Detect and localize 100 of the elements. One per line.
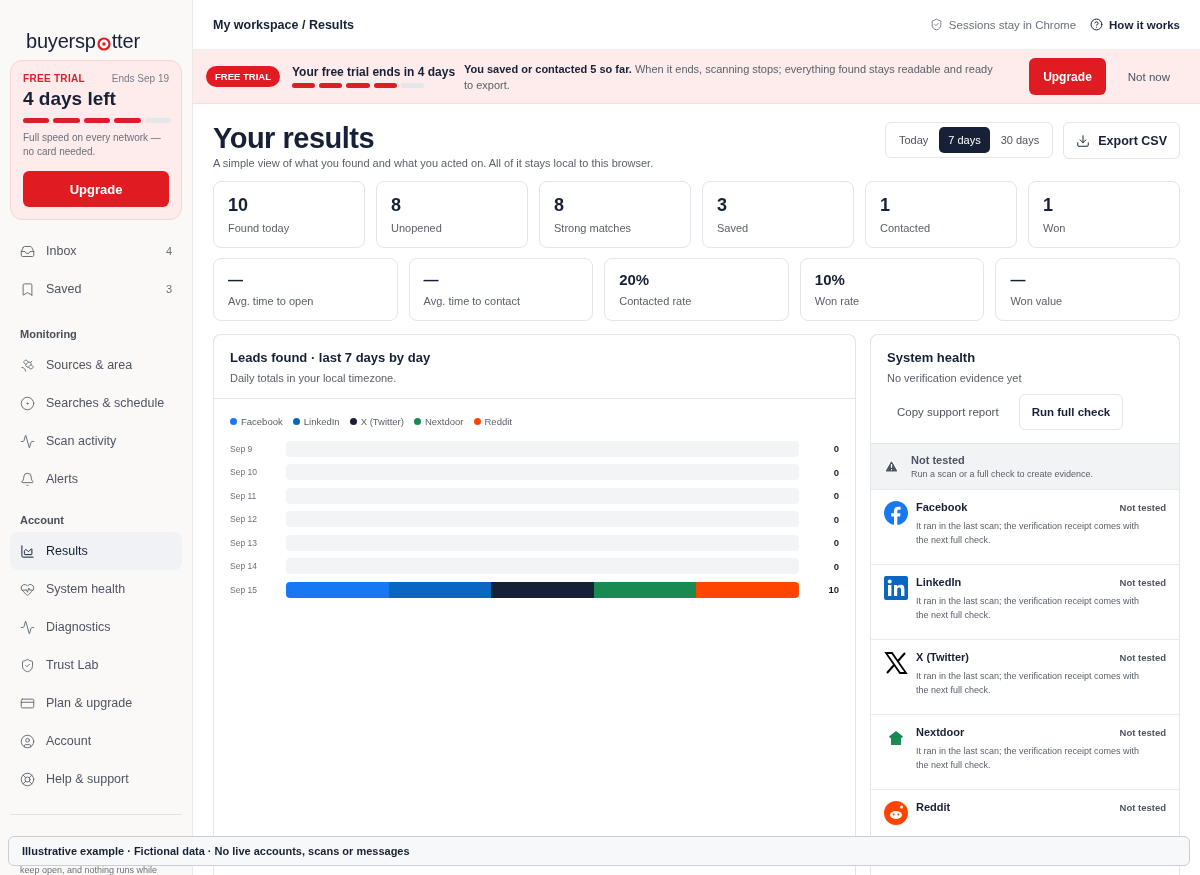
download-icon: [1076, 133, 1091, 148]
legend-item: Nextdoor: [413, 416, 464, 427]
stat-label: Saved: [717, 222, 750, 234]
network-name: Nextdoor: [916, 726, 965, 738]
page-title: Your results: [213, 122, 376, 155]
pulse-icon: [20, 619, 35, 635]
day-total: 10: [827, 584, 839, 596]
day-total: 0: [832, 537, 839, 549]
not-now-button[interactable]: Not now: [1117, 70, 1180, 83]
legend-item: Facebook: [230, 416, 283, 427]
trial-end-date: Ends Sep 19: [111, 73, 169, 84]
legend-item: X (Twitter): [349, 416, 404, 427]
network-note: It ran in the last scan; the verification receipt comes with the next full check.: [916, 520, 1141, 547]
network-name: X (Twitter): [916, 651, 969, 663]
satellite-icon: [20, 357, 35, 373]
notice-title: Not tested: [911, 454, 966, 466]
stat-value: 1: [1043, 195, 1054, 216]
range-tab[interactable]: 30 days: [991, 127, 1049, 153]
nav-item[interactable]: Scan activity: [10, 422, 182, 460]
day-total: 0: [832, 560, 839, 572]
trial-badge: FREE TRIAL: [206, 66, 280, 87]
network-status: Not tested: [1119, 576, 1166, 588]
warning-icon: [884, 459, 899, 474]
upgrade-button[interactable]: Upgrade: [23, 171, 169, 207]
lifebuoy-icon: [20, 771, 35, 787]
stat-label: Won: [1043, 222, 1067, 234]
stat-value: —: [228, 271, 244, 288]
nav-item[interactable]: System health: [10, 570, 182, 608]
run-check-button[interactable]: Run full check: [1018, 394, 1124, 430]
copy-report-button[interactable]: Copy support report: [887, 406, 1009, 418]
day-label: Sep 9: [230, 443, 254, 454]
nav-item[interactable]: Results: [10, 532, 182, 570]
x-icon: [884, 651, 908, 675]
stat-label: Contacted rate: [619, 295, 693, 307]
network-status: Not tested: [1119, 801, 1166, 813]
nav-item[interactable]: Alerts: [10, 460, 182, 498]
nav-item[interactable]: Account: [10, 722, 182, 760]
help-icon: [1090, 18, 1104, 31]
panel-subtitle: Daily totals in your local timezone.: [230, 372, 398, 384]
day-total: 0: [832, 443, 839, 455]
stat-value: 1: [880, 195, 891, 216]
network-name: Facebook: [916, 501, 968, 513]
nav-item[interactable]: Inbox 4: [10, 232, 182, 270]
stat-label: Contacted: [880, 222, 932, 234]
stat-value: 8: [554, 195, 565, 216]
stat-label: Unopened: [391, 222, 443, 234]
upgrade-button[interactable]: Upgrade: [1029, 58, 1106, 95]
panel-title: System health: [887, 350, 977, 365]
nav-item[interactable]: Sources & area: [10, 346, 182, 384]
network-note: It ran in the last scan; the verification receipt comes with the next full check.: [916, 670, 1141, 697]
export-button[interactable]: Export CSV: [1063, 122, 1180, 159]
stat-value: —: [1010, 271, 1027, 288]
stat-label: Avg. time to open: [228, 295, 315, 307]
inbox-icon: [20, 243, 35, 259]
nav-item[interactable]: Diagnostics: [10, 608, 182, 646]
chart-icon: [20, 543, 35, 559]
network-status: Not tested: [1119, 501, 1166, 513]
nav-item[interactable]: Searches & schedule: [10, 384, 182, 422]
nav-item[interactable]: Help & support: [10, 760, 182, 798]
target-logo-icon: [96, 36, 111, 51]
day-total: 0: [832, 513, 839, 525]
section-label: Account: [19, 514, 65, 526]
bell-icon: [20, 471, 35, 487]
network-status: Not tested: [1119, 651, 1166, 663]
stat-value: —: [423, 271, 440, 288]
day-label: Sep 10: [230, 467, 258, 478]
stat-value: 20%: [619, 271, 651, 288]
card-icon: [20, 695, 35, 711]
facebook-icon: [884, 501, 908, 525]
stat-value: 10%: [814, 271, 846, 288]
sessions-link[interactable]: Sessions stay in Chrome: [929, 18, 1077, 31]
heart-pulse-icon: [20, 581, 35, 597]
range-tab[interactable]: Today: [889, 127, 938, 153]
network-status: Not tested: [1119, 726, 1166, 738]
how-it-works-link[interactable]: How it works: [1090, 18, 1180, 31]
day-total: 0: [832, 466, 839, 478]
day-label: Sep 11: [230, 490, 258, 501]
day-label: Sep 12: [230, 514, 258, 525]
nav-item[interactable]: Saved 3: [10, 270, 182, 308]
disclaimer-bar: Illustrative example · Fictional data · No live accounts, scans or messages: [8, 836, 1190, 866]
pulse-icon: [20, 433, 35, 449]
nav-item[interactable]: Plan & upgrade: [10, 684, 182, 722]
stat-label: Won value: [1010, 295, 1064, 307]
page-subtitle: A simple view of what you found and what you acted on. All of it stays local to this browser.: [213, 157, 654, 169]
stat-value: 8: [391, 195, 402, 216]
trial-note: Full speed on every network — no card needed.: [23, 131, 162, 159]
sidebar-note: keep open, and nothing runs while: [20, 865, 158, 875]
linkedin-icon: [884, 576, 908, 600]
range-tab[interactable]: 7 days: [939, 127, 990, 153]
section-label: Monitoring: [19, 328, 78, 340]
stat-label: Avg. time to contact: [423, 295, 521, 307]
target-icon: [20, 395, 35, 411]
day-label: Sep 14: [230, 561, 258, 572]
nav-item[interactable]: Trust Lab: [10, 646, 182, 684]
panel-title: Leads found · last 7 days by day: [230, 350, 432, 365]
notice-text: Run a scan or a full check to create evidence.: [911, 469, 1094, 479]
stat-label: Found today: [228, 222, 291, 234]
stat-label: Strong matches: [554, 222, 633, 234]
stat-value: 10: [228, 195, 250, 216]
breadcrumb: My workspace / Results: [213, 17, 355, 32]
